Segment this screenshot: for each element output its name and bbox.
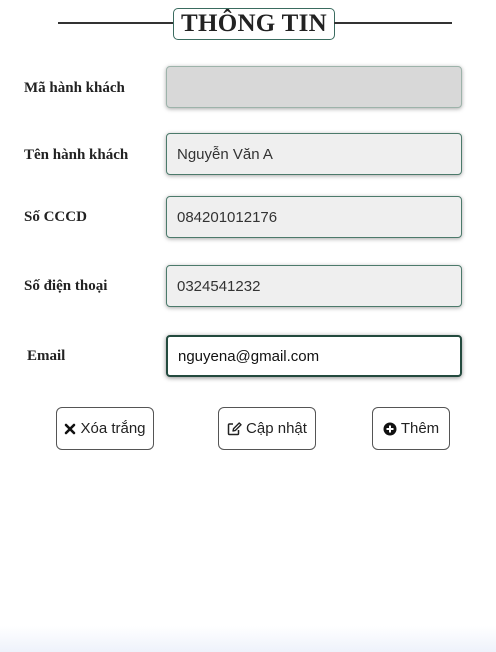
add-button-label: Thêm [400,420,440,437]
passenger-name-label: Tên hành khách [24,147,129,163]
passenger-name-field[interactable] [166,133,462,175]
page-bottom-gradient [0,626,496,652]
passenger-id-field[interactable] [166,66,462,108]
header-line-left [58,22,174,24]
phone-label: Số điện thoại [24,278,108,294]
update-button-label: Cập nhật [246,420,307,437]
clear-button-label: Xóa trắng [80,420,146,437]
times-icon [64,423,76,435]
update-button[interactable]: Cập nhật [218,407,316,450]
header-line-right [334,22,452,24]
edit-icon [227,421,242,436]
section-header: THÔNG TIN [0,0,496,44]
email-field[interactable] [166,335,462,377]
page-title: THÔNG TIN [173,8,335,40]
id-card-field[interactable] [166,196,462,238]
email-label: Email [27,348,66,364]
id-card-label: Số CCCD [24,209,87,225]
add-button[interactable]: Thêm [372,407,450,450]
clear-button[interactable]: Xóa trắng [56,407,154,450]
passenger-id-label: Mã hành khách [24,80,125,96]
plus-circle-icon [383,422,397,436]
phone-field[interactable] [166,265,462,307]
